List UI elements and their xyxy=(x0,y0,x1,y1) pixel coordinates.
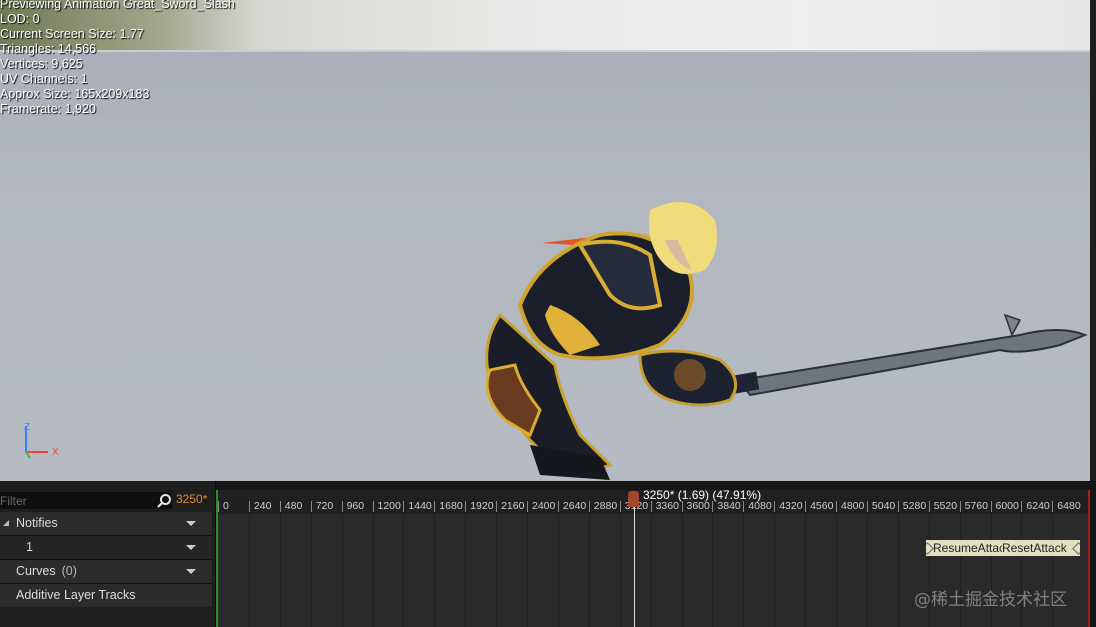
grid-line xyxy=(279,514,281,627)
ruler-tick-label: 1440 xyxy=(403,500,432,512)
timeline-track-area[interactable] xyxy=(218,514,1088,627)
expander-icon[interactable] xyxy=(3,520,9,526)
grid-line xyxy=(527,514,528,627)
notify-reset-attack[interactable]: ResetAttack xyxy=(1002,540,1080,556)
ruler-tick-label: 5280 xyxy=(897,500,927,512)
ruler-tick-label: 4800 xyxy=(835,500,865,512)
character-model xyxy=(485,202,1088,480)
grid-line xyxy=(990,514,992,627)
grid-line xyxy=(310,514,312,627)
grid-line xyxy=(1021,514,1023,627)
dropdown-arrow-icon[interactable] xyxy=(186,521,196,526)
stat-vertices: Vertices: 9,625 xyxy=(0,57,83,71)
track-notify-1[interactable]: 1 xyxy=(0,536,212,559)
grid-line xyxy=(650,514,652,627)
ruler-tick-label: 1200 xyxy=(372,500,401,512)
ruler-tick-label: 6480 xyxy=(1052,500,1081,512)
ruler-tick-label: 960 xyxy=(341,500,365,512)
grid-line xyxy=(1052,514,1054,627)
grid-line xyxy=(959,514,961,627)
grid-line xyxy=(496,514,498,627)
stat-framerate: Framerate: 1,920 xyxy=(0,102,96,116)
grid-line xyxy=(743,514,745,627)
timeline-start-marker xyxy=(216,490,218,627)
grid-line xyxy=(434,514,436,627)
viewport-border xyxy=(1090,0,1096,481)
playhead-label: 3250* (1.69) (47.91%) xyxy=(643,488,762,502)
ruler-tick-label: 2400 xyxy=(526,500,556,512)
notify-resume-attack[interactable]: ResumeAttack xyxy=(926,540,1011,556)
grid-line xyxy=(372,514,374,627)
ruler-tick-label: 720 xyxy=(310,500,334,512)
ruler-tick-label: 2640 xyxy=(557,500,587,512)
track-additive-label: Additive Layer Tracks xyxy=(16,588,136,602)
grid-line xyxy=(681,514,683,627)
track-notifies[interactable]: Notifies xyxy=(0,512,212,535)
current-frame-readout[interactable]: 3250* xyxy=(176,492,207,506)
dropdown-arrow-icon[interactable] xyxy=(186,545,196,550)
ruler-tick-label: 0 xyxy=(218,500,229,512)
dropdown-arrow-icon[interactable] xyxy=(186,569,196,574)
ruler-tick-label: 480 xyxy=(279,500,303,512)
track-curves-label: Curves (0) xyxy=(16,564,77,578)
notify-resume-label: ResumeAttack xyxy=(933,541,1011,555)
animation-timeline[interactable]: 3250* Notifies 1 Curves (0) Additive Laye… xyxy=(0,481,1096,627)
grid-line xyxy=(588,514,590,627)
grid-line xyxy=(805,514,807,627)
track-notify-1-label: 1 xyxy=(26,540,33,554)
ruler-tick-label: 4560 xyxy=(805,500,834,512)
notify-diamond-icon xyxy=(1072,542,1080,555)
ruler-tick-label: 1680 xyxy=(434,500,463,512)
search-icon[interactable] xyxy=(156,493,172,509)
axis-z-label: Z xyxy=(24,422,30,433)
timeline-end-marker xyxy=(1088,490,1090,627)
filter-input[interactable] xyxy=(0,492,172,509)
track-list-panel: 3250* Notifies 1 Curves (0) Additive Laye… xyxy=(0,481,216,627)
grid-line xyxy=(774,514,776,627)
viewport-stats: Previewing Animation Great_Sword_Slash L… xyxy=(0,0,235,117)
track-curves[interactable]: Curves (0) xyxy=(0,560,212,583)
curves-label-text: Curves xyxy=(16,564,56,578)
grid-line xyxy=(248,514,250,627)
ruler-tick-label: 5520 xyxy=(928,500,958,512)
grid-line xyxy=(928,514,930,627)
ruler-tick-label: 2160 xyxy=(496,500,525,512)
playhead-line xyxy=(634,497,635,627)
grid-line xyxy=(619,514,621,627)
ruler-tick-label: 1920 xyxy=(465,500,494,512)
curves-count: (0) xyxy=(61,564,77,578)
stat-preview-animation: Previewing Animation Great_Sword_Slash xyxy=(0,0,235,11)
grid-line xyxy=(866,514,868,627)
grid-line xyxy=(712,514,714,627)
ruler-tick-label: 6240 xyxy=(1021,500,1050,512)
stat-lod: LOD: 0 xyxy=(0,12,40,26)
stat-approx-size: Approx Size: 165x209x183 xyxy=(0,87,150,101)
ruler-tick-label: 240 xyxy=(249,500,272,512)
ruler-tick-label: 4320 xyxy=(774,500,803,512)
playhead-handle[interactable] xyxy=(628,491,639,507)
animation-preview-viewport[interactable]: Previewing Animation Great_Sword_Slash L… xyxy=(0,0,1090,481)
stat-uv-channels: UV Channels: 1 xyxy=(0,72,88,86)
ruler-tick-label: 5040 xyxy=(866,500,896,512)
notify-reset-label: ResetAttack xyxy=(1002,541,1067,555)
track-additive-layers[interactable]: Additive Layer Tracks xyxy=(0,584,212,607)
ruler-tick-label: 6000 xyxy=(990,500,1019,512)
grid-line xyxy=(403,514,405,627)
grid-line xyxy=(557,514,559,627)
grid-line xyxy=(465,514,467,627)
watermark: @稀土掘金技术社区 xyxy=(914,590,1067,610)
grid-line xyxy=(836,514,837,627)
axis-gizmo-icon: Z X xyxy=(24,422,59,459)
axis-x-label: X xyxy=(52,447,59,458)
grid-line xyxy=(341,514,343,627)
track-notifies-label: Notifies xyxy=(16,516,58,530)
filter-row: 3250* xyxy=(0,490,215,510)
ruler-tick-label: 2880 xyxy=(588,500,618,512)
grid-line xyxy=(897,514,899,627)
stat-screen-size: Current Screen Size: 1.77 xyxy=(0,27,144,41)
ruler-tick-label: 5760 xyxy=(959,500,988,512)
stat-triangles: Triangles: 14,566 xyxy=(0,42,97,56)
